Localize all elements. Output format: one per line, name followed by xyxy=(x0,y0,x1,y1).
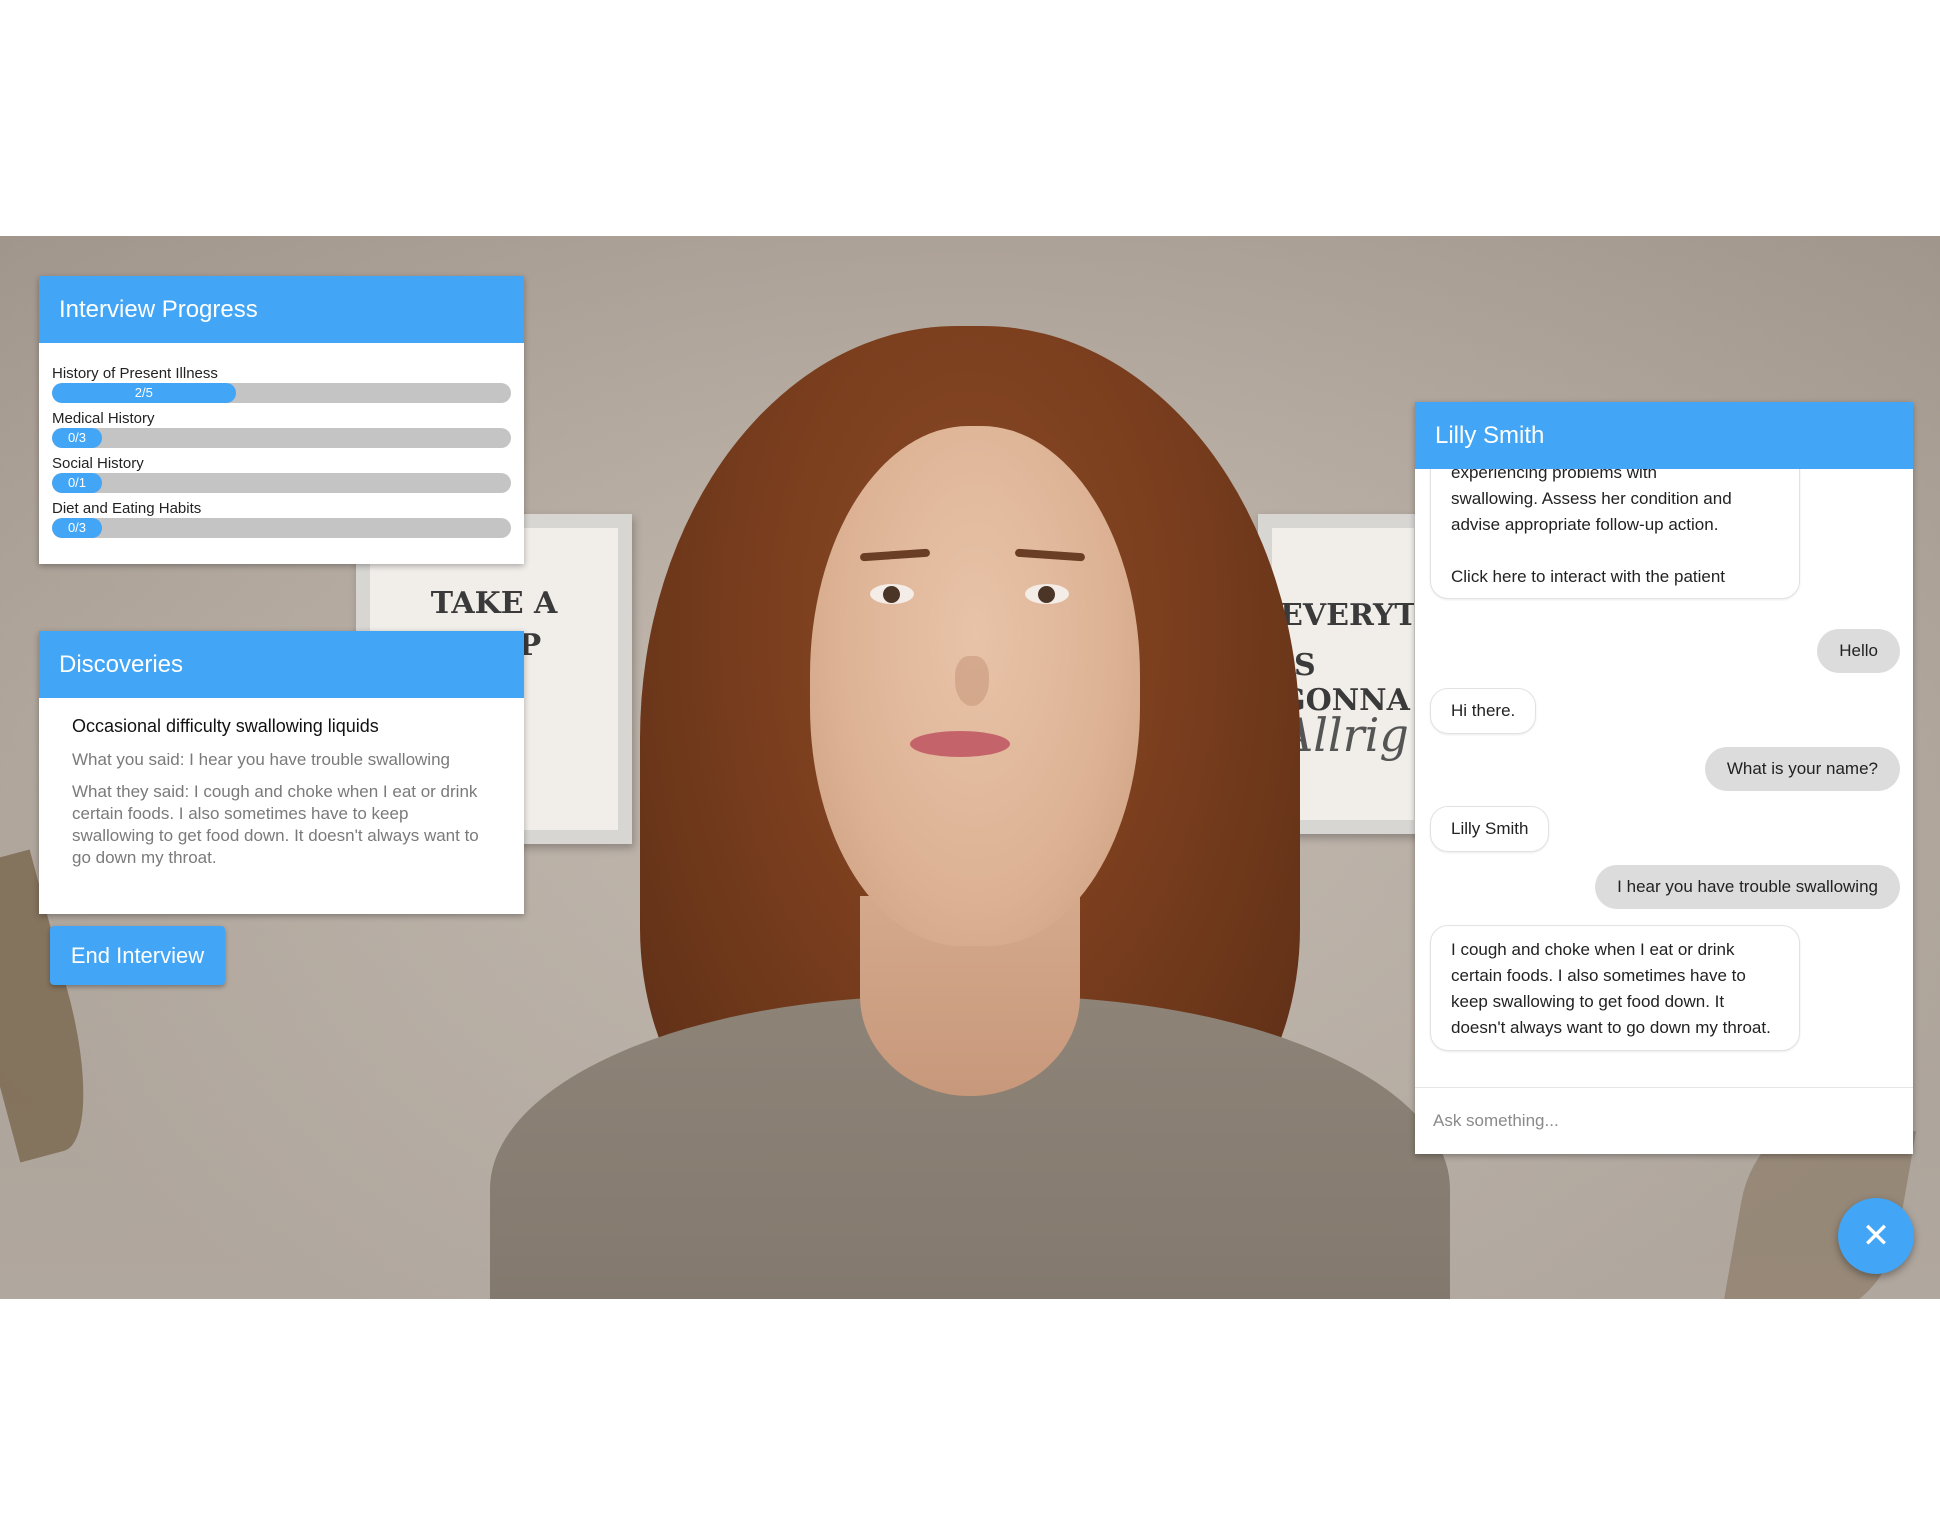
avatar-nose xyxy=(955,656,989,706)
progress-item: Medical History 0/3 xyxy=(52,409,511,448)
chat-message-user: Hello xyxy=(1817,629,1900,673)
progress-count: 0/3 xyxy=(67,520,87,535)
progress-count: 0/1 xyxy=(67,475,87,490)
progress-label: Medical History xyxy=(52,410,155,427)
discoveries-panel: Discoveries Occasional difficulty swallo… xyxy=(39,631,524,914)
chat-message-user: What is your name? xyxy=(1704,747,1900,791)
chat-intro-line: advise appropriate follow-up action. xyxy=(1451,515,1719,534)
avatar-eye-right xyxy=(1025,584,1069,604)
video-stage: TAKE A DEEP th EVERYTHI IS GONNA Allrig … xyxy=(0,236,1940,1299)
chat-input-bar xyxy=(1415,1087,1913,1155)
chat-input[interactable] xyxy=(1433,1088,1895,1154)
progress-label: Diet and Eating Habits xyxy=(52,500,202,517)
chat-intro-bubble: experiencing problems with swallowing. A… xyxy=(1430,469,1800,599)
chat-message-bot: Lilly Smith xyxy=(1430,806,1550,852)
progress-bar: 2/5 xyxy=(52,383,511,403)
progress-bar: 0/1 xyxy=(52,473,511,493)
chat-message-user: I hear you have trouble swallowing xyxy=(1595,865,1900,909)
progress-item: Diet and Eating Habits 0/3 xyxy=(52,499,511,538)
progress-count: 0/3 xyxy=(67,430,87,445)
chat-message-bot: Hi there. xyxy=(1430,688,1537,734)
chat-intro-line: swallowing. Assess her condition and xyxy=(1451,489,1732,508)
interact-patient-link[interactable]: Click here to interact with the patient xyxy=(1451,564,1779,590)
discovery-they-said: What they said: I cough and choke when I… xyxy=(72,782,479,867)
end-interview-button[interactable]: End Interview xyxy=(50,926,225,985)
progress-bar: 0/3 xyxy=(52,518,511,538)
avatar-eye-left xyxy=(870,584,914,604)
chat-messages[interactable]: experiencing problems with swallowing. A… xyxy=(1415,469,1913,1087)
progress-label: Social History xyxy=(52,455,144,472)
discoveries-title: Discoveries xyxy=(39,631,524,698)
progress-label: History of Present Illness xyxy=(52,365,218,382)
progress-item: Social History 0/1 xyxy=(52,454,511,493)
progress-bar: 0/3 xyxy=(52,428,511,448)
progress-count: 2/5 xyxy=(134,385,153,400)
progress-list: History of Present Illness 2/5 Medical His… xyxy=(39,343,524,538)
interview-progress-title: Interview Progress xyxy=(39,276,524,343)
progress-item: History of Present Illness 2/5 xyxy=(52,364,511,403)
chat-intro-line: experiencing problems with xyxy=(1451,469,1657,482)
poster-right-line1: EVERYTHI xyxy=(1280,598,1417,633)
chat-panel: Lilly Smith experiencing problems with s… xyxy=(1415,402,1913,1154)
discovery-item: Occasional difficulty swallowing liquids… xyxy=(39,698,524,869)
close-icon: ✕ xyxy=(1861,1217,1891,1255)
chat-message-bot: I cough and choke when I eat or drink ce… xyxy=(1430,925,1800,1051)
avatar-lips xyxy=(910,731,1010,757)
poster-left-line1: TAKE A xyxy=(430,586,558,621)
discovery-title: Occasional difficulty swallowing liquids xyxy=(72,716,379,736)
close-chat-button[interactable]: ✕ xyxy=(1838,1198,1914,1274)
interview-progress-panel: Interview Progress History of Present Il… xyxy=(39,276,524,564)
chat-title: Lilly Smith xyxy=(1415,402,1913,469)
discovery-you-said: What you said: I hear you have trouble s… xyxy=(72,750,450,769)
